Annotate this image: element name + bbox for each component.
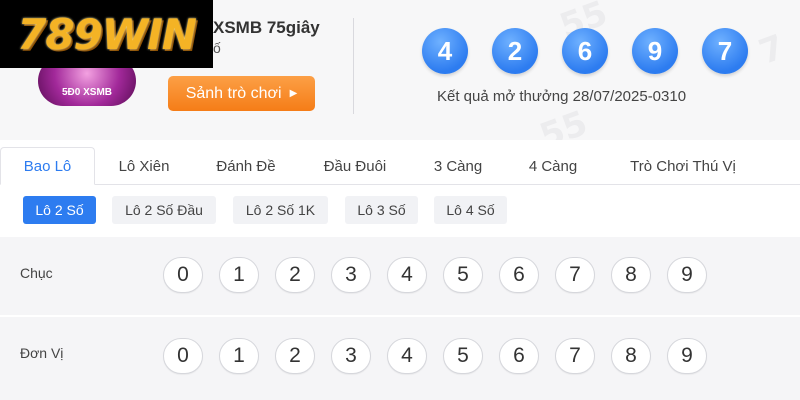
- number-button[interactable]: 2: [275, 257, 315, 293]
- number-button[interactable]: 9: [667, 338, 707, 374]
- number-button[interactable]: 7: [555, 257, 595, 293]
- result-ball: 2: [492, 28, 538, 74]
- number-button[interactable]: 4: [387, 338, 427, 374]
- bet-type-tabs: Bao Lô Lô Xiên Đánh Đề Đầu Đuôi 3 Càng 4…: [0, 147, 800, 185]
- row-label: Chục: [20, 265, 53, 281]
- number-button[interactable]: 2: [275, 338, 315, 374]
- lobby-button-label: Sảnh trò chơi: [185, 84, 282, 102]
- number-button[interactable]: 5: [443, 338, 483, 374]
- game-subtitle: ố: [213, 40, 221, 56]
- number-button[interactable]: 9: [667, 257, 707, 293]
- number-button[interactable]: 1: [219, 257, 259, 293]
- tab-tro-choi-thu-vi[interactable]: Trò Chơi Thú Vị: [608, 147, 758, 185]
- result-ball: 6: [562, 28, 608, 74]
- number-button[interactable]: 6: [499, 257, 539, 293]
- number-button[interactable]: 1: [219, 338, 259, 374]
- result-balls: 4 2 6 9 7: [422, 28, 748, 74]
- header: 55 55 7 789WIN 5Đ0 XSMB XSMB 75giây ố Sả…: [0, 0, 800, 140]
- number-button[interactable]: 7: [555, 338, 595, 374]
- number-button[interactable]: 8: [611, 257, 651, 293]
- row-label: Đơn Vị: [20, 345, 64, 361]
- number-row-chuc: Chục 0 1 2 3 4 5 6 7 8 9: [0, 237, 800, 315]
- logo[interactable]: 789WIN: [0, 0, 213, 68]
- result-ball: 9: [632, 28, 678, 74]
- tab-4-cang[interactable]: 4 Càng: [513, 147, 593, 185]
- tab-lo-xien[interactable]: Lô Xiên: [104, 147, 184, 185]
- tab-bao-lo[interactable]: Bao Lô: [0, 147, 95, 185]
- number-button[interactable]: 8: [611, 338, 651, 374]
- subtab-lo-4-so[interactable]: Lô 4 Số: [434, 196, 507, 224]
- tab-danh-de[interactable]: Đánh Đề: [200, 147, 292, 185]
- number-button[interactable]: 5: [443, 257, 483, 293]
- result-ball: 7: [702, 28, 748, 74]
- number-row-don-vi: Đơn Vị 0 1 2 3 4 5 6 7 8 9: [0, 317, 800, 400]
- number-button[interactable]: 4: [387, 257, 427, 293]
- number-button[interactable]: 6: [499, 338, 539, 374]
- number-button[interactable]: 3: [331, 338, 371, 374]
- sub-tabs: Lô 2 Số Lô 2 Số Đầu Lô 2 Số 1K Lô 3 Số L…: [0, 186, 800, 236]
- game-title: XSMB 75giây: [213, 18, 320, 37]
- number-button[interactable]: 0: [163, 338, 203, 374]
- number-group: 0 1 2 3 4 5 6 7 8 9: [163, 338, 707, 374]
- result-label: Kết quả mở thưởng 28/07/2025-0310: [437, 88, 687, 105]
- subtab-lo-2-so[interactable]: Lô 2 Số: [23, 196, 96, 224]
- number-group: 0 1 2 3 4 5 6 7 8 9: [163, 257, 707, 293]
- background-decoration: 7: [753, 27, 790, 73]
- header-divider: [353, 18, 354, 114]
- game-badge-label: 5Đ0 XSMB: [61, 87, 112, 98]
- number-button[interactable]: 3: [331, 257, 371, 293]
- subtab-lo-2-so-1k[interactable]: Lô 2 Số 1K: [233, 196, 328, 224]
- tab-3-cang[interactable]: 3 Càng: [418, 147, 498, 185]
- subtab-lo-3-so[interactable]: Lô 3 Số: [345, 196, 418, 224]
- number-button[interactable]: 0: [163, 257, 203, 293]
- subtab-lo-2-so-dau[interactable]: Lô 2 Số Đầu: [112, 196, 216, 224]
- lobby-button[interactable]: Sảnh trò chơi ▶: [168, 76, 315, 111]
- background-decoration: 55: [534, 103, 593, 140]
- play-arrow-icon: ▶: [289, 88, 298, 99]
- logo-text: 789WIN: [17, 9, 197, 59]
- tab-dau-duoi[interactable]: Đầu Đuôi: [307, 147, 403, 185]
- result-ball: 4: [422, 28, 468, 74]
